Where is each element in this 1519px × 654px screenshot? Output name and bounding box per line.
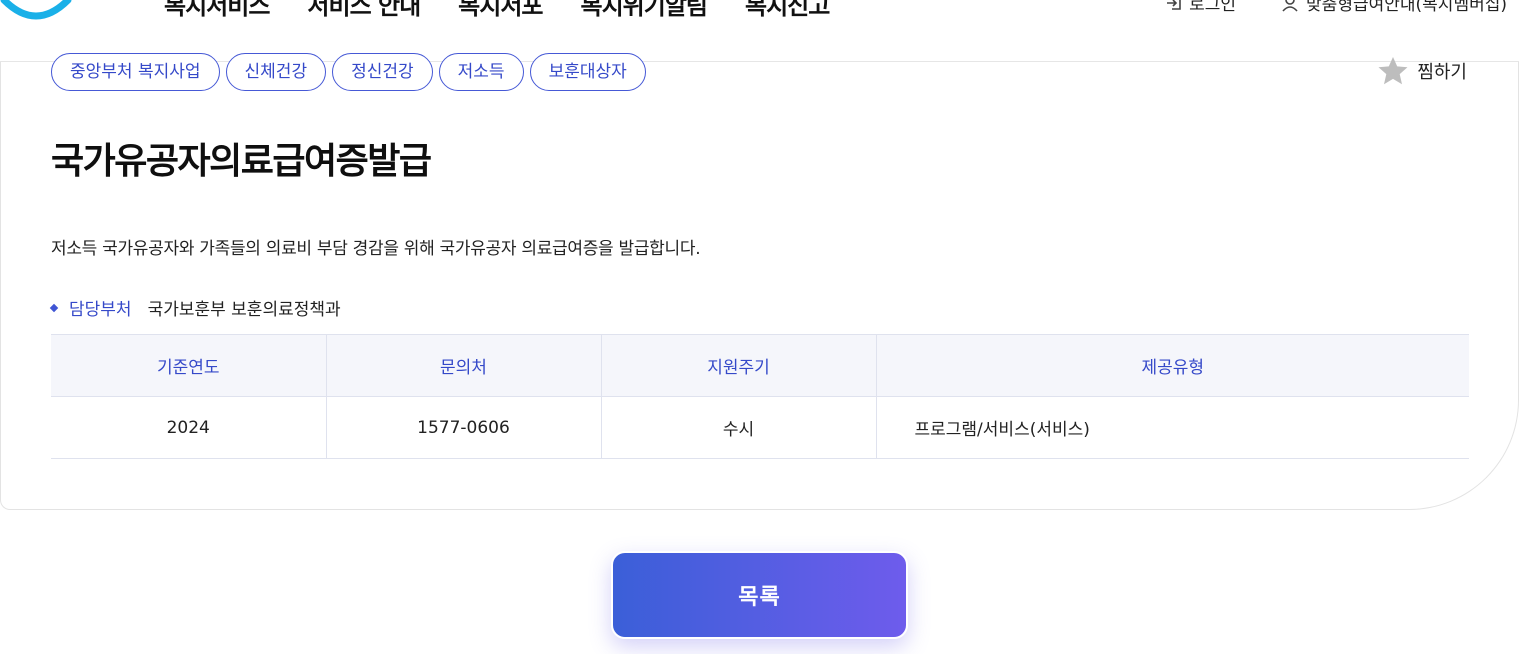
bookmark-button[interactable]: 찜하기: [1377, 56, 1467, 86]
user-icon: [1282, 0, 1298, 12]
login-label: 로그인: [1189, 0, 1237, 15]
department-value: 국가보훈부 보훈의료정책과: [147, 300, 341, 320]
tag-mental-health[interactable]: 정신건강: [332, 53, 433, 91]
cell-base-year: 2024: [51, 396, 327, 459]
tag-central-ministry[interactable]: 중앙부처 복지사업: [51, 53, 220, 91]
header-provision-type: 제공유형: [876, 334, 1469, 397]
cell-support-cycle: 수시: [601, 396, 877, 459]
category-tags: 중앙부처 복지사업 신체건강 정신건강 저소득 보훈대상자: [51, 53, 646, 91]
tag-physical-health[interactable]: 신체건강: [225, 53, 327, 91]
nav-item-welfare-report[interactable]: 복지신고: [745, 0, 830, 21]
department-row: 담당부처 국가보훈부 보훈의료정책과: [49, 295, 341, 320]
benefit-guide-label: 맞춤형급여안내(복지멤버십): [1306, 0, 1507, 15]
list-button[interactable]: 목록: [611, 551, 908, 639]
bookmark-label: 찜하기: [1417, 62, 1467, 83]
cell-provision-type: 프로그램/서비스(서비스): [876, 396, 1469, 459]
table-row: 2024 1577-0606 수시 프로그램/서비스(서비스): [51, 396, 1469, 459]
table-header-row: 기준연도 문의처 지원주기 제공유형: [51, 334, 1469, 397]
bullet-icon: [49, 303, 59, 312]
tag-veterans[interactable]: 보훈대상자: [529, 53, 646, 91]
benefit-guide-link[interactable]: 맞춤형급여안내(복지멤버십): [1280, 0, 1507, 15]
nav-item-service-guide[interactable]: 서비스 안내: [307, 0, 421, 21]
site-logo[interactable]: [0, 0, 76, 24]
nav-item-welfare-service[interactable]: 복지서비스: [164, 0, 270, 21]
header-support-cycle: 지원주기: [601, 334, 877, 397]
login-link[interactable]: 로그인: [1165, 0, 1236, 15]
department-label: 담당부처: [69, 300, 132, 320]
service-description: 저소득 국가유공자와 가족들의 의료비 부담 경감을 위해 국가유공자 의료급여…: [51, 239, 701, 259]
main-nav: 복지서비스 서비스 안내 복지서포 복지위기알림 복지신고: [164, 0, 830, 21]
star-icon: [1378, 57, 1408, 85]
header-contact: 문의처: [326, 334, 602, 397]
tag-low-income[interactable]: 저소득: [438, 53, 524, 91]
utility-menu: 로그인 맞춤형급여안내(복지멤버십): [1165, 0, 1507, 15]
service-info-table: 기준연도 문의처 지원주기 제공유형 2024 1577-0606 수시 프로그…: [51, 334, 1469, 459]
login-icon: [1167, 0, 1181, 10]
header-base-year: 기준연도: [51, 334, 327, 397]
nav-item-crisis-alert[interactable]: 복지위기알림: [581, 0, 708, 21]
nav-item-welfare-support[interactable]: 복지서포: [458, 0, 543, 21]
cell-contact: 1577-0606: [326, 396, 602, 459]
page-title: 국가유공자의료급여증발급: [51, 141, 432, 182]
